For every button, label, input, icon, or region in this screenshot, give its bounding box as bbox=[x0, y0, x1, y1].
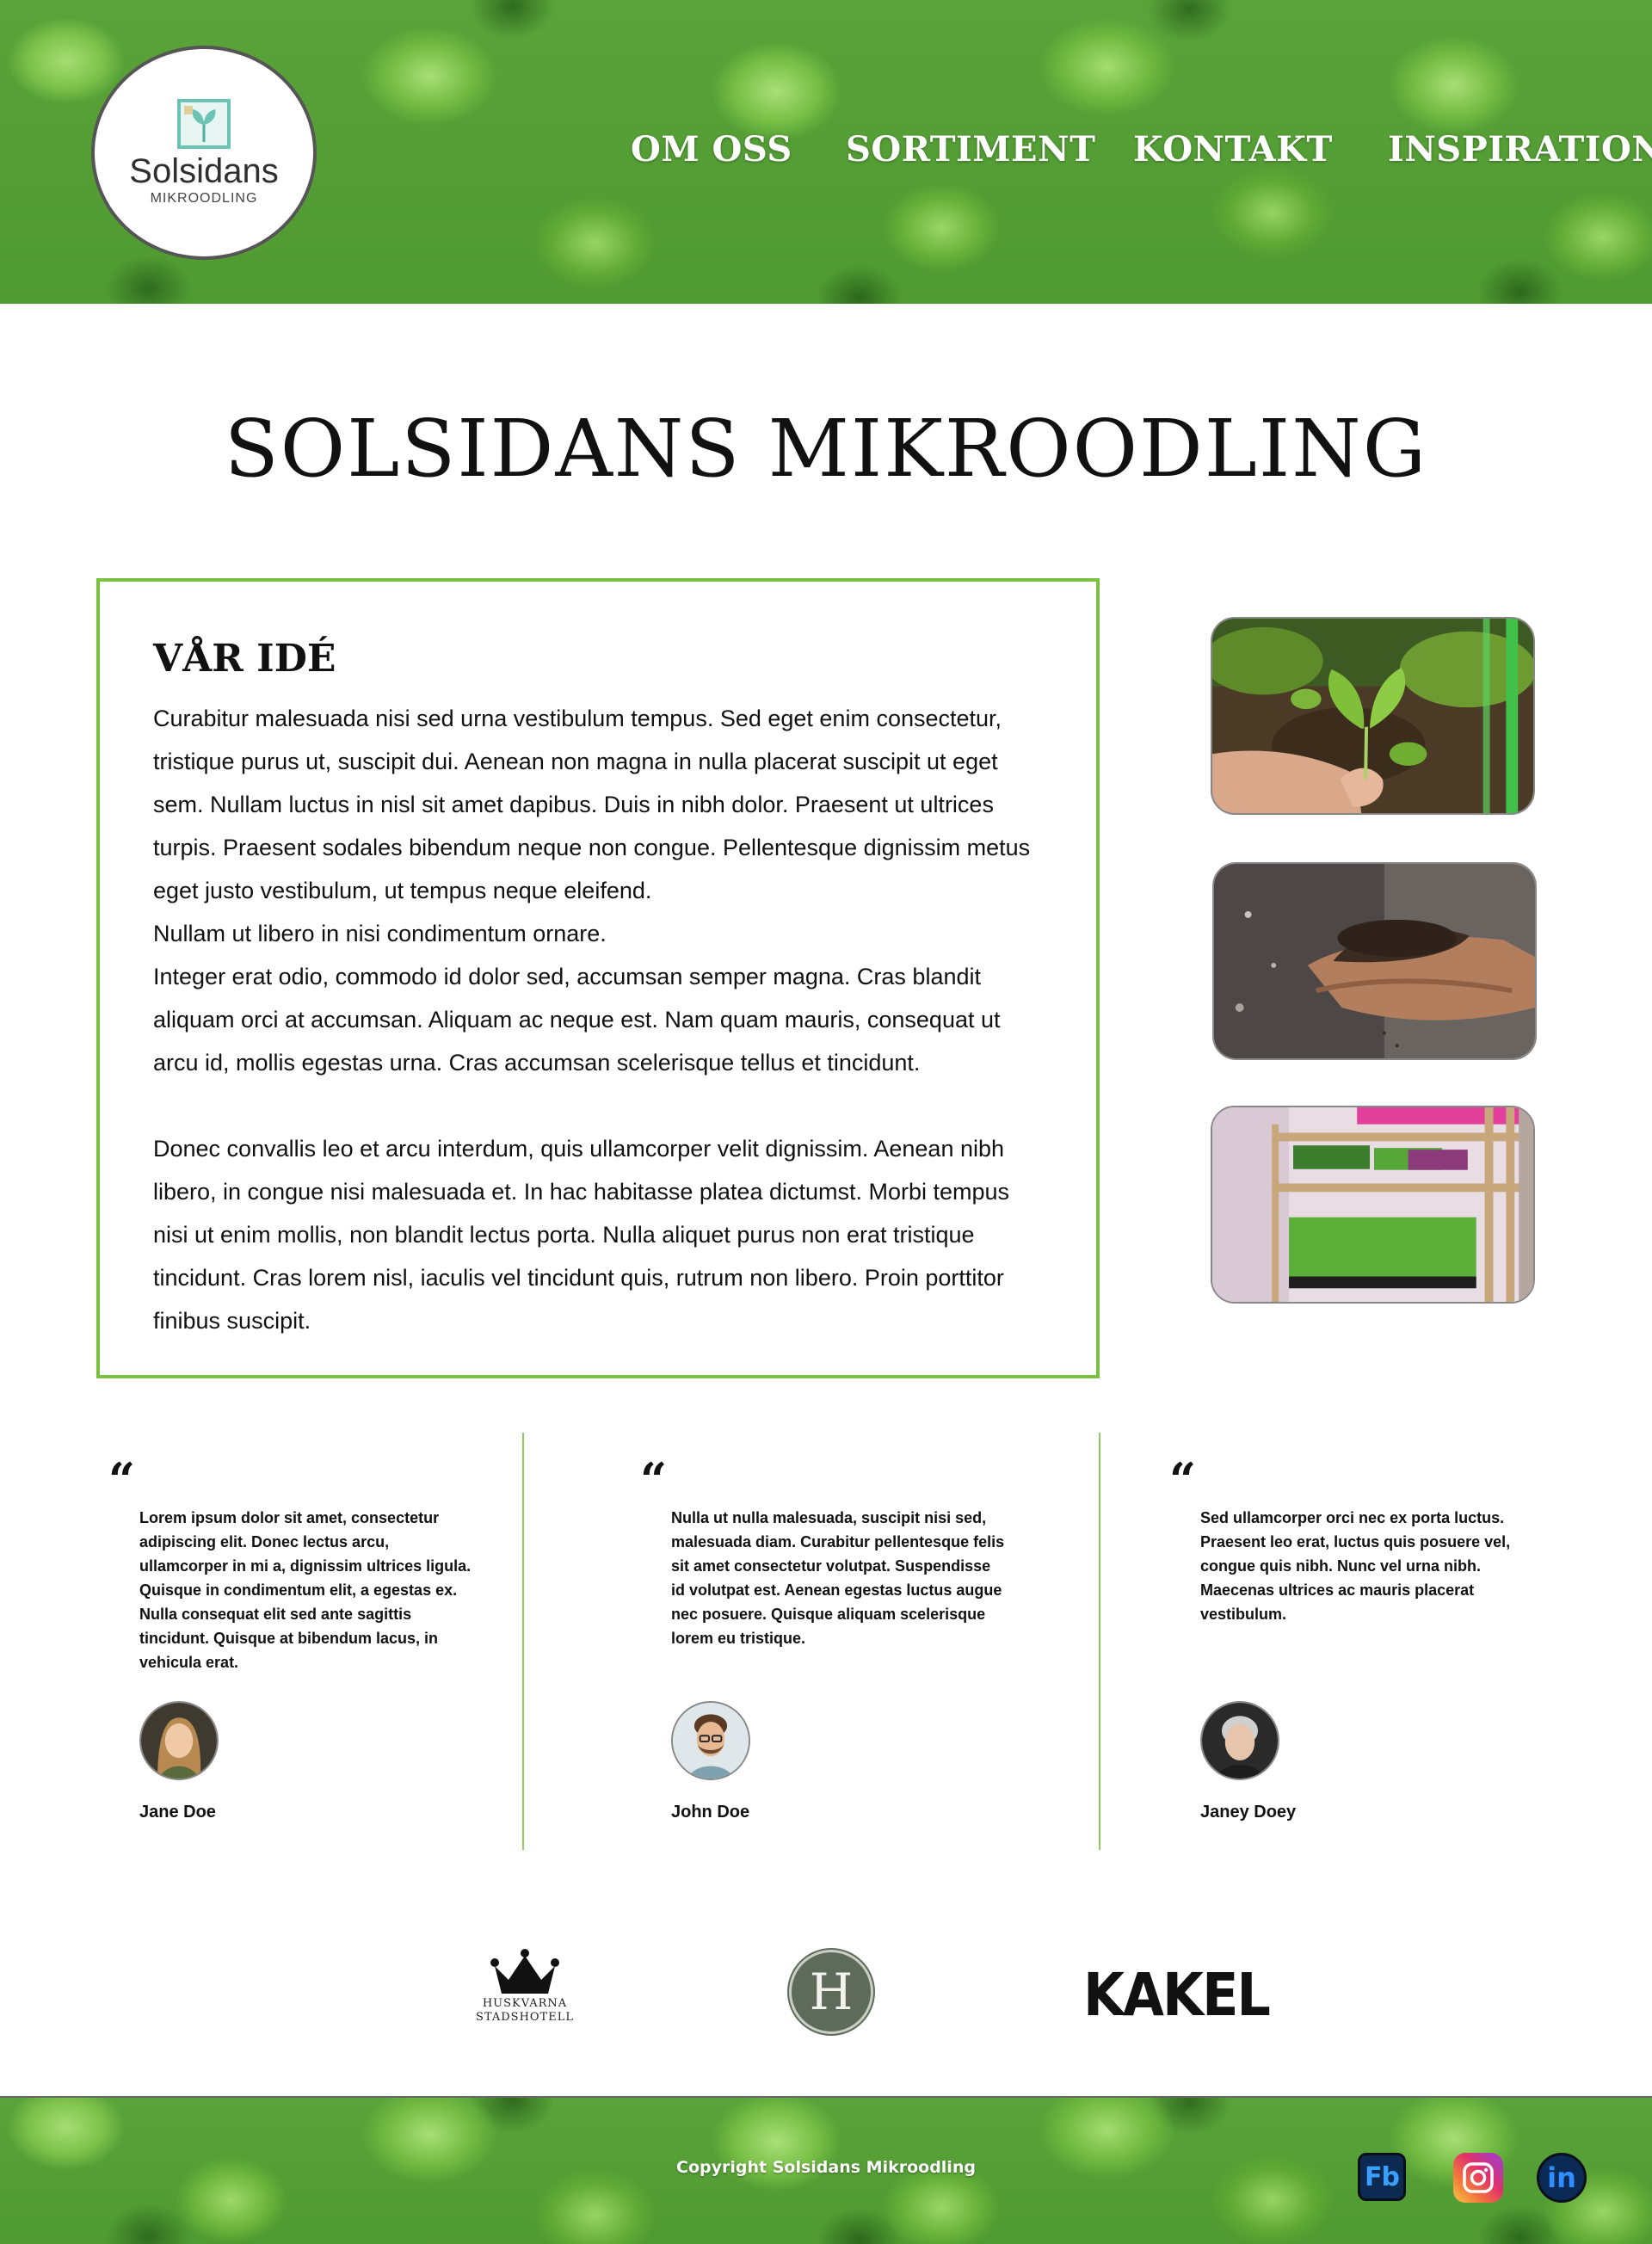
testimonial-text: Sed ullamcorper orci nec ex porta luctus… bbox=[1200, 1509, 1511, 1623]
partner-huskvarna-stadshotell[interactable]: HUSKVARNA STADSHOTELL bbox=[466, 1949, 583, 2044]
soil-hands-photo bbox=[1212, 862, 1537, 1060]
avatar bbox=[139, 1701, 219, 1780]
idea-paragraph: Nullam ut libero in nisi condimentum orn… bbox=[153, 921, 607, 946]
nav-kontakt[interactable]: KONTAKT bbox=[1133, 129, 1333, 170]
testimonial-card: “ Nulla ut nulla malesuada, suscipit nis… bbox=[640, 1452, 1010, 1822]
instagram-icon bbox=[1453, 2153, 1503, 2203]
avatar bbox=[1200, 1701, 1279, 1780]
nav-om-oss[interactable]: OM OSS bbox=[631, 129, 792, 170]
idea-paragraph: Curabitur malesuada nisi sed urna vestib… bbox=[153, 706, 1031, 903]
main-nav: OM OSS SORTIMENT KONTAKT INSPIRATION bbox=[0, 129, 1652, 181]
testimonial-text: Nulla ut nulla malesuada, suscipit nisi … bbox=[671, 1509, 1005, 1647]
testimonial-name: Janey Doey bbox=[1200, 1803, 1297, 1822]
instagram-link[interactable] bbox=[1453, 2153, 1503, 2203]
testimonial-divider bbox=[1099, 1433, 1100, 1850]
page-title: SOLSIDANS MIKROODLING bbox=[224, 403, 1428, 495]
testimonial-divider bbox=[522, 1433, 524, 1850]
idea-heading: VÅR IDÉ bbox=[153, 637, 336, 681]
quote-icon: “ bbox=[108, 1452, 136, 1507]
quote-icon: “ bbox=[1169, 1452, 1197, 1507]
hand-seedling-photo bbox=[1211, 617, 1535, 815]
testimonial-text: Lorem ipsum dolor sit amet, consectetur … bbox=[139, 1509, 472, 1671]
logo-subtitle: MIKROODLING bbox=[150, 191, 258, 206]
testimonial-name: John Doe bbox=[671, 1803, 750, 1822]
facebook-icon: Fb bbox=[1358, 2153, 1406, 2201]
testimonial-card: “ Lorem ipsum dolor sit amet, consectetu… bbox=[108, 1452, 478, 1822]
testimonial-card: “ Sed ullamcorper orci nec ex porta luct… bbox=[1169, 1452, 1539, 1822]
idea-paragraph: Donec convallis leo et arcu interdum, qu… bbox=[153, 1136, 1010, 1334]
site-header: Solsidans MIKROODLING OM OSS SORTIMENT K… bbox=[0, 0, 1652, 304]
avatar bbox=[671, 1701, 750, 1780]
linkedin-icon: in bbox=[1537, 2153, 1587, 2203]
site-footer: Copyright Solsidans Mikroodling Fb in bbox=[0, 2096, 1652, 2244]
partner-h-logo[interactable]: H bbox=[789, 1950, 873, 2034]
crown-icon bbox=[490, 1949, 559, 1994]
idea-section: VÅR IDÉ Curabitur malesuada nisi sed urn… bbox=[96, 578, 1100, 1378]
facebook-link[interactable]: Fb bbox=[1358, 2153, 1408, 2203]
partner-kakel-logo[interactable]: KAKEL bbox=[1083, 1962, 1271, 2029]
quote-icon: “ bbox=[640, 1452, 668, 1507]
nav-inspiration[interactable]: INSPIRATION bbox=[1388, 129, 1652, 170]
partner-line: STADSHOTELL bbox=[475, 2011, 574, 2024]
idea-paragraph: Integer erat odio, commodo id dolor sed,… bbox=[153, 964, 1001, 1076]
nav-sortiment[interactable]: SORTIMENT bbox=[846, 129, 1095, 170]
linkedin-link[interactable]: in bbox=[1537, 2153, 1587, 2203]
grow-shelf-photo bbox=[1211, 1106, 1535, 1304]
testimonial-name: Jane Doe bbox=[139, 1803, 216, 1822]
partner-line: HUSKVARNA bbox=[482, 1997, 568, 2010]
